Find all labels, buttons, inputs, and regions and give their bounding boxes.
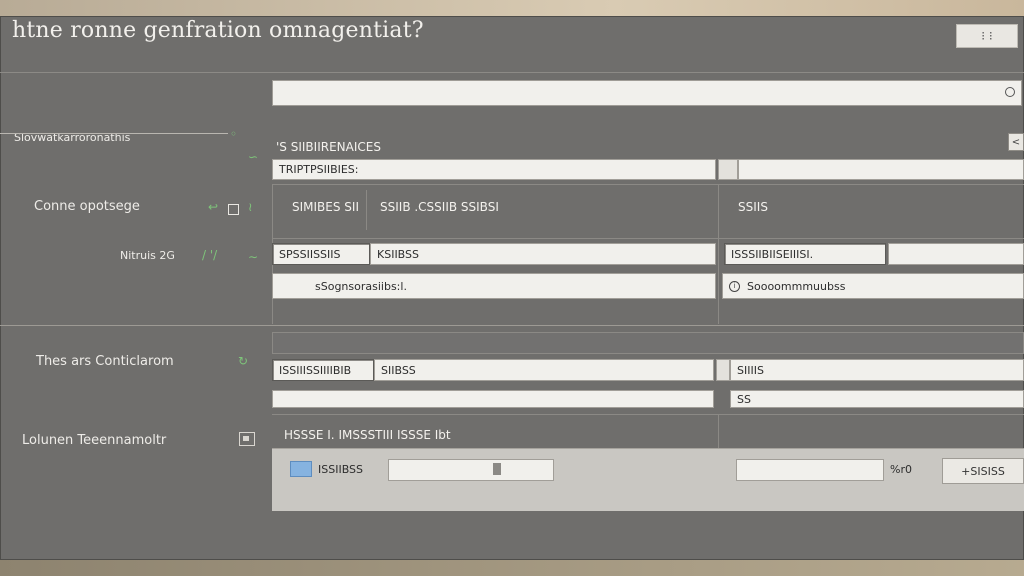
- apply-button[interactable]: +SISISS: [942, 458, 1024, 484]
- panel-icon[interactable]: [239, 432, 255, 446]
- desktop-backdrop: [0, 0, 1024, 16]
- drag-handle[interactable]: [493, 463, 501, 475]
- row-divider: [272, 238, 1024, 239]
- row3-right-field[interactable]: i Soooommmuubss: [722, 273, 1024, 299]
- column-header-c: SSIIS: [738, 200, 768, 214]
- column-header-b: SSIIB .CSSIIB SSIBSI: [380, 200, 499, 214]
- row3-right-value: Soooommmuubss: [747, 279, 846, 293]
- status-dot-icon: ◦: [230, 127, 238, 141]
- config-separator: [716, 359, 730, 381]
- lower-label: Lolunen Teeennamoltr: [22, 433, 167, 448]
- config-label: Thes ars Conticlarom: [36, 354, 174, 369]
- wave-icon: ∼: [248, 250, 259, 264]
- column-header-a: SIMIBES SII: [292, 200, 359, 214]
- row-divider: [272, 414, 1024, 415]
- desktop-backdrop-bottom: [0, 560, 1024, 576]
- lower-input[interactable]: [388, 459, 554, 481]
- column-line: [366, 190, 367, 230]
- column-line: [718, 184, 719, 324]
- refresh-icon: ↻: [238, 354, 249, 368]
- lower-right-label: %r0: [890, 463, 912, 476]
- primary-field[interactable]: TRIPTPSIIBIES:: [272, 159, 716, 180]
- secondary-field[interactable]: [738, 159, 1024, 180]
- status-label: Nitruis 2G: [120, 249, 175, 262]
- config-select[interactable]: ISSIIISSIIIIBIB: [272, 359, 374, 381]
- swatch-label: ISSIIBSS: [318, 463, 364, 476]
- info-icon: i: [729, 281, 740, 292]
- config-right-field[interactable]: SIIIIS: [730, 359, 1024, 381]
- form-header-row: 'S SIIBIIRENAICES: [276, 140, 381, 154]
- lower-header: HSSSE I. IMSSSTIII ISSSE Ibt: [284, 428, 451, 442]
- config-row2-right-field[interactable]: SS: [730, 390, 1024, 408]
- window-menu-button[interactable]: ⁝ ⁝: [956, 24, 1018, 48]
- lower-panel: [272, 448, 1024, 511]
- options-checkbox[interactable]: [228, 204, 239, 215]
- config-header-bar: [272, 332, 1024, 354]
- section-divider: [0, 325, 1024, 326]
- arrow-icon: ↩: [208, 200, 219, 214]
- title-divider: [0, 72, 1024, 73]
- row-divider: [272, 184, 1024, 185]
- section-rule: [0, 133, 228, 134]
- search-input[interactable]: [272, 80, 1022, 106]
- row2-right-field[interactable]: [888, 243, 1024, 265]
- config-field[interactable]: SIIBSS: [374, 359, 714, 381]
- lower-right-input[interactable]: [736, 459, 884, 481]
- chevron-icon: ≀: [248, 200, 253, 214]
- expand-button[interactable]: <: [1008, 133, 1024, 151]
- link-icon: ∽: [248, 150, 259, 164]
- row2-field[interactable]: KSIIBSS: [370, 243, 716, 265]
- config-row2-field[interactable]: [272, 390, 714, 408]
- field-separator: [718, 159, 738, 180]
- window-title: htne ronne genfration omnagentiat?: [12, 18, 424, 43]
- row2-right-select[interactable]: ISSSIIBIISEIIISI.: [724, 243, 886, 265]
- row3-field[interactable]: sSognsorasiibs:l.: [272, 273, 716, 299]
- status-mark: / '/: [202, 248, 218, 262]
- color-swatch[interactable]: [290, 461, 312, 477]
- options-label: Conne opotsege: [34, 199, 140, 214]
- search-icon[interactable]: [1005, 87, 1015, 97]
- row2-select[interactable]: SPSSIISSIIS: [272, 243, 370, 265]
